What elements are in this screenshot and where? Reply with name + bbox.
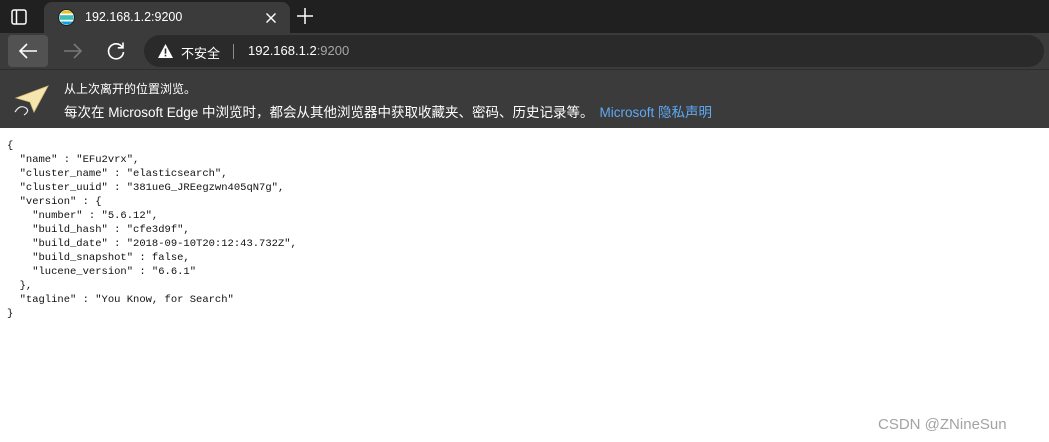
tab-title: 192.168.1.2:9200 (85, 10, 183, 24)
tab-strip: 192.168.1.2:9200 (0, 0, 1049, 33)
forward-arrow-icon (64, 43, 83, 59)
address-divider (233, 44, 234, 59)
forward-button[interactable] (56, 35, 88, 67)
back-button[interactable] (8, 35, 48, 67)
elasticsearch-logo-icon (58, 9, 75, 26)
address-bar[interactable]: 不安全 192.168.1.2:9200 (144, 35, 1044, 67)
paper-plane-icon (12, 82, 52, 118)
url-port: :9200 (316, 43, 350, 58)
refresh-icon (107, 42, 125, 60)
active-tab[interactable]: 192.168.1.2:9200 (44, 2, 290, 33)
refresh-button[interactable] (100, 35, 132, 67)
new-tab-icon[interactable] (295, 6, 315, 26)
back-arrow-icon (18, 43, 37, 59)
tab-actions-icon[interactable] (9, 7, 29, 27)
infobar-heading: 从上次离开的位置浏览。 (64, 82, 197, 96)
json-response-body: { "name" : "EFu2vrx", "cluster_name" : "… (7, 140, 297, 320)
toolbar: 不安全 192.168.1.2:9200 (0, 33, 1049, 69)
warning-icon[interactable] (157, 43, 174, 59)
url-text[interactable]: 192.168.1.2:9200 (248, 43, 349, 58)
watermark: CSDN @ZNineSun (878, 416, 1007, 433)
close-icon[interactable] (264, 11, 278, 25)
infobar-message: 每次在 Microsoft Edge 中浏览时，都会从其他浏览器中获取收藏夹、密… (64, 101, 712, 121)
privacy-statement-link[interactable]: Microsoft 隐私声明 (600, 105, 713, 120)
security-label[interactable]: 不安全 (181, 43, 220, 62)
import-infobar: 从上次离开的位置浏览。 每次在 Microsoft Edge 中浏览时，都会从其… (0, 69, 1049, 128)
infobar-message-text: 每次在 Microsoft Edge 中浏览时，都会从其他浏览器中获取收藏夹、密… (64, 105, 594, 120)
url-host: 192.168.1.2 (248, 43, 317, 58)
